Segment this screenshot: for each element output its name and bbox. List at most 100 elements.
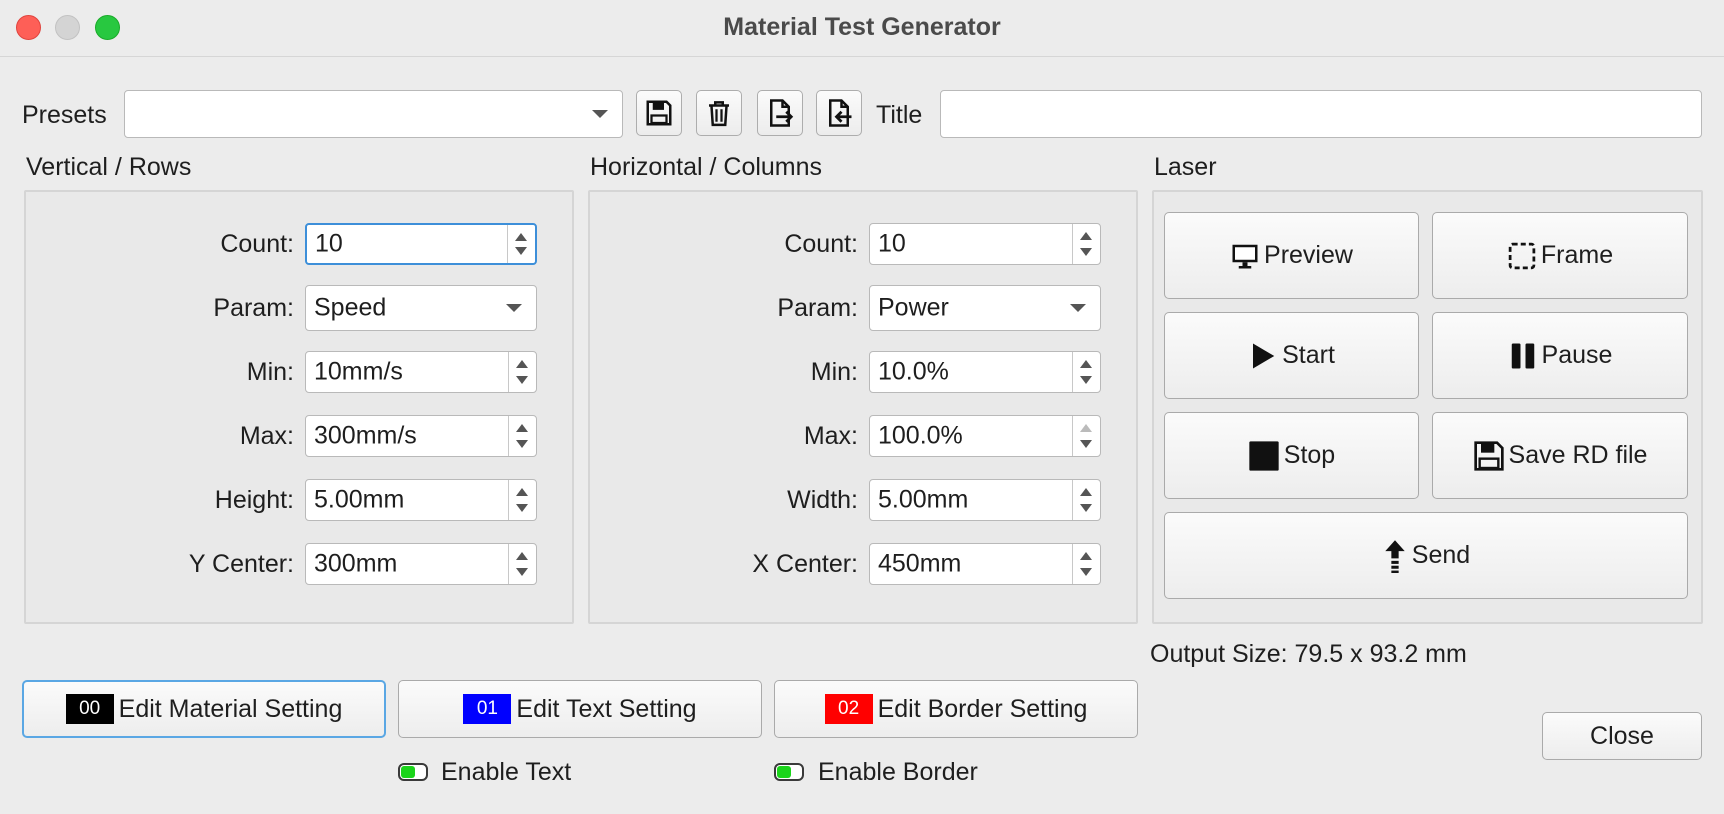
vertical-min-label: Min: <box>246 358 294 386</box>
horizontal-max-label: Max: <box>803 422 858 450</box>
save-rd-file-button[interactable]: Save RD file <box>1432 412 1688 499</box>
vertical-max-value: 300mm/s <box>314 421 417 450</box>
vertical-center-spinbox[interactable]: 300mm <box>305 543 537 585</box>
vertical-min-value: 10mm/s <box>314 357 403 386</box>
send-button[interactable]: Send <box>1164 512 1688 599</box>
horizontal-center-spinbox[interactable]: 450mm <box>869 543 1101 585</box>
text-layer-swatch: 01 <box>463 694 512 724</box>
chevron-down-icon <box>1070 304 1086 312</box>
horizontal-center-label: X Center: <box>752 550 858 578</box>
edit-material-setting-label: Edit Material Setting <box>118 694 343 723</box>
material-layer-swatch: 00 <box>65 694 114 724</box>
edit-text-setting-button[interactable]: 01 Edit Text Setting <box>398 680 762 738</box>
vertical-rows-heading: Vertical / Rows <box>26 153 192 181</box>
horizontal-count-spinbox[interactable]: 10 <box>869 223 1101 265</box>
start-label: Start <box>1282 341 1335 369</box>
vertical-count-label: Count: <box>220 230 294 258</box>
horizontal-param-value: Power <box>878 293 949 322</box>
preview-label: Preview <box>1264 241 1353 269</box>
vertical-rows-group: Count: 10 Param: Speed Min: 10mm/s Max: … <box>24 190 574 624</box>
vertical-param-value: Speed <box>314 293 387 322</box>
vertical-param-combo[interactable]: Speed <box>305 285 537 331</box>
pause-icon <box>1511 343 1534 368</box>
monitor-icon <box>1232 244 1258 268</box>
title-label: Title <box>876 101 923 129</box>
vertical-center-label: Y Center: <box>188 550 294 578</box>
preview-button[interactable]: Preview <box>1164 212 1419 299</box>
edit-material-setting-button[interactable]: 00 Edit Material Setting <box>22 680 386 738</box>
frame-button[interactable]: Frame <box>1432 212 1688 299</box>
vertical-center-stepper[interactable] <box>508 544 536 584</box>
export-icon <box>770 99 794 127</box>
enable-border-toggle[interactable] <box>774 763 804 781</box>
import-icon <box>829 99 852 127</box>
horizontal-columns-heading: Horizontal / Columns <box>590 153 823 181</box>
send-label: Send <box>1411 541 1471 569</box>
stop-icon <box>1249 440 1279 471</box>
vertical-height-value: 5.00mm <box>314 485 405 514</box>
pause-button[interactable]: Pause <box>1432 312 1688 399</box>
horizontal-max-value: 100.0% <box>878 421 963 450</box>
horizontal-width-label: Width: <box>787 486 858 514</box>
presets-label: Presets <box>22 101 107 129</box>
edit-border-setting-button[interactable]: 02 Edit Border Setting <box>774 680 1138 738</box>
vertical-max-stepper[interactable] <box>508 416 536 456</box>
chevron-down-icon <box>592 110 608 118</box>
trash-icon <box>709 101 729 127</box>
enable-text-toggle[interactable] <box>398 763 428 781</box>
vertical-min-spinbox[interactable]: 10mm/s <box>305 351 537 393</box>
enable-text-label: Enable Text <box>441 758 572 786</box>
horizontal-center-value: 450mm <box>878 549 962 578</box>
horizontal-max-spinbox[interactable]: 100.0% <box>869 415 1101 457</box>
vertical-min-stepper[interactable] <box>508 352 536 392</box>
horizontal-columns-group: Count: 10 Param: Power Min: 10.0% Max: 1… <box>588 190 1138 624</box>
horizontal-count-value: 10 <box>878 229 906 258</box>
close-label: Close <box>1590 721 1654 750</box>
floppy-disk-icon <box>646 100 672 126</box>
vertical-center-value: 300mm <box>314 549 398 578</box>
horizontal-min-label: Min: <box>810 358 858 386</box>
vertical-count-stepper[interactable] <box>507 225 535 263</box>
horizontal-count-stepper[interactable] <box>1072 224 1100 264</box>
floppy-disk-icon <box>1473 440 1504 471</box>
vertical-height-stepper[interactable] <box>508 480 536 520</box>
horizontal-min-spinbox[interactable]: 10.0% <box>869 351 1101 393</box>
title-input[interactable] <box>940 90 1702 138</box>
edit-border-setting-label: Edit Border Setting <box>877 694 1088 723</box>
presets-combo[interactable] <box>124 90 623 138</box>
upload-arrow-icon <box>1385 539 1405 573</box>
frame-dashed-icon <box>1508 242 1536 269</box>
edit-text-setting-label: Edit Text Setting <box>516 694 697 723</box>
stop-button[interactable]: Stop <box>1164 412 1419 499</box>
vertical-max-spinbox[interactable]: 300mm/s <box>305 415 537 457</box>
close-button[interactable]: Close <box>1542 712 1702 760</box>
output-size-text: Output Size: 79.5 x 93.2 mm <box>1150 640 1467 668</box>
play-icon <box>1253 343 1275 368</box>
horizontal-width-spinbox[interactable]: 5.00mm <box>869 479 1101 521</box>
save-rd-file-label: Save RD file <box>1508 441 1648 469</box>
vertical-max-label: Max: <box>239 422 294 450</box>
horizontal-width-stepper[interactable] <box>1072 480 1100 520</box>
horizontal-max-stepper[interactable] <box>1072 416 1100 456</box>
material-test-window: Material Test Generator Presets Title Ve… <box>0 0 1724 814</box>
import-preset-button[interactable] <box>816 90 862 136</box>
vertical-param-label: Param: <box>213 294 294 322</box>
start-button[interactable]: Start <box>1164 312 1419 399</box>
horizontal-min-stepper[interactable] <box>1072 352 1100 392</box>
vertical-count-spinbox[interactable]: 10 <box>305 223 537 265</box>
horizontal-center-stepper[interactable] <box>1072 544 1100 584</box>
window-title: Material Test Generator <box>723 13 1001 41</box>
delete-preset-button[interactable] <box>696 90 742 136</box>
border-layer-swatch: 02 <box>824 694 873 724</box>
vertical-height-label: Height: <box>214 486 294 514</box>
horizontal-param-label: Param: <box>777 294 858 322</box>
stop-label: Stop <box>1283 441 1336 469</box>
chevron-down-icon <box>506 304 522 312</box>
save-preset-button[interactable] <box>636 90 682 136</box>
title-bar: Material Test Generator <box>0 0 1724 57</box>
horizontal-count-label: Count: <box>784 230 858 258</box>
enable-border-label: Enable Border <box>818 758 978 786</box>
vertical-height-spinbox[interactable]: 5.00mm <box>305 479 537 521</box>
horizontal-param-combo[interactable]: Power <box>869 285 1101 331</box>
export-preset-button[interactable] <box>757 90 803 136</box>
